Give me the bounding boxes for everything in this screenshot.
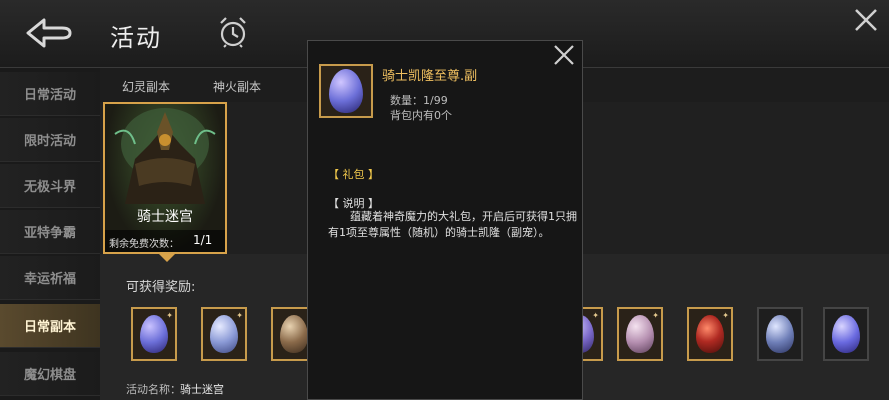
item-icon-frame [319,64,373,118]
reward-corner-icon: ✦ [236,311,243,320]
free-attempts-count: 1/1 [193,233,213,247]
tab-huanling-dungeon[interactable]: 幻灵副本 [122,78,170,95]
reward-item-slot[interactable] [757,307,803,361]
sidebar-item-yate-contest[interactable]: 亚特争霸 [0,210,100,254]
sidebar-item-label: 日常活动 [24,88,77,103]
sidebar-item-wuji-arena[interactable]: 无极斗界 [0,164,100,208]
close-icon[interactable] [551,42,577,68]
knight-portrait-image [114,108,216,204]
sidebar-item-limited-activity[interactable]: 限时活动 [0,118,100,162]
alarm-clock-icon[interactable] [218,16,248,48]
reward-item-slot[interactable]: ✦ [617,307,663,361]
sidebar: 日常活动 限时活动 无极斗界 亚特争霸 幸运祈福 日常副本 魔幻棋盘 [0,68,100,400]
sidebar-item-label: 魔幻棋盘 [24,368,77,383]
reward-item-slot[interactable] [823,307,869,361]
sidebar-item-daily-dungeon[interactable]: 日常副本 [0,304,100,348]
reward-corner-icon: ✦ [652,311,659,320]
free-attempts-bar: 剩余免费次数： 1/1 [105,230,225,252]
purple-egg-icon [329,69,363,113]
reward-corner-icon: ✦ [722,311,729,320]
tab-shenhuo-dungeon[interactable]: 神火副本 [213,78,261,95]
description-text: 蕴藏着神奇魔力的大礼包，开启后可获得1只拥有1项至尊属性（随机）的骑士凯隆（副宠… [328,210,577,239]
activity-name-value: 骑士迷宫 [180,383,224,396]
dungeon-name: 骑士迷宫 [137,209,193,225]
reward-corner-icon: ✦ [592,311,599,320]
dungeon-card[interactable]: 骑士迷宫 剩余免费次数： 1/1 [103,102,227,254]
blue-egg-icon [766,315,794,353]
sidebar-item-label: 幸运祈福 [24,272,77,287]
close-icon[interactable] [852,6,880,34]
item-detail-popup: 骑士凯隆至尊.副 数量：1/99 背包内有0个 【 礼包 】 【 说明 】 蕴藏… [307,40,583,400]
reward-corner-icon: ✦ [166,311,173,320]
violet-egg-icon [832,315,860,353]
item-quantity: 数量：1/99 [390,94,448,107]
reward-item-slot[interactable]: ✦ [201,307,247,361]
page-title: 活动 [110,24,162,52]
item-bag-count: 背包内有0个 [390,109,452,122]
sidebar-item-daily-activity[interactable]: 日常活动 [0,72,100,116]
free-attempts-label: 剩余免费次数： [109,239,179,250]
sidebar-item-magic-chessboard[interactable]: 魔幻棋盘 [0,352,100,396]
pink-egg-icon [626,315,654,353]
activity-name-label: 活动名称： [126,383,181,396]
sidebar-item-label: 限时活动 [24,134,77,149]
sidebar-item-lucky-prayer[interactable]: 幸运祈福 [0,256,100,300]
blue-egg-icon [210,315,238,353]
reward-item-slot[interactable]: ✦ [687,307,733,361]
gift-tag: 【 礼包 】 [328,168,379,181]
red-egg-icon [696,315,724,353]
item-name: 骑士凯隆至尊.副 [382,69,478,84]
purple-egg-icon [140,315,168,353]
back-arrow-icon[interactable] [22,16,74,50]
sidebar-item-label: 亚特争霸 [24,226,77,241]
rewards-label: 可获得奖励: [126,280,196,295]
amber-egg-icon [280,315,308,353]
sidebar-item-label: 日常副本 [24,320,77,335]
reward-item-slot[interactable]: ✦ [131,307,177,361]
card-pointer-arrow [159,254,175,262]
sidebar-item-label: 无极斗界 [24,180,77,195]
